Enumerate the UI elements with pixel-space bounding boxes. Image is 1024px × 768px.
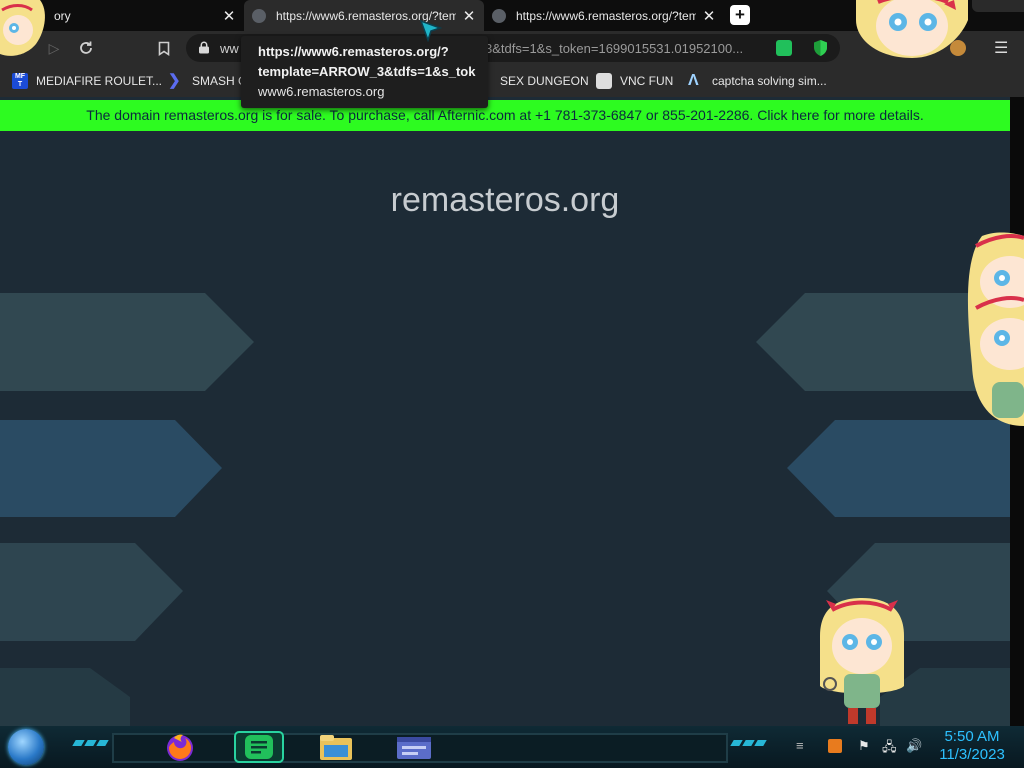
tab-remasteros[interactable]: https://www6.remasteros.org/?tem ✕ — [484, 0, 724, 31]
left-arrow-4 — [0, 668, 130, 726]
url-tooltip: https://www6.remasteros.org/? template=A… — [241, 36, 488, 108]
bookmark-vnc-fun[interactable]: VNC FUN — [596, 71, 673, 91]
clock-time: 5:50 AM — [944, 728, 1000, 745]
menu-icon[interactable]: ☰ — [994, 38, 1008, 58]
tooltip-domain: www6.remasteros.org — [258, 84, 385, 99]
close-tab-icon[interactable]: ✕ — [702, 7, 716, 25]
cursor-icon — [419, 19, 443, 43]
file-explorer-icon[interactable] — [316, 730, 356, 764]
bookmark-label: SEX DUNGEON — [500, 74, 589, 88]
bookmark-label: SMASH G — [192, 74, 248, 88]
tab-remasteros-active[interactable]: https://www6.remasteros.org/?tem ✕ — [244, 0, 484, 31]
action-center-flag-icon[interactable]: ⚑ — [858, 738, 870, 754]
character-sticker — [967, 232, 1024, 426]
notes-app-icon[interactable] — [234, 730, 284, 764]
url-text-tail: 3&tdfs=1&s_token=1699015531.01952100... — [485, 41, 744, 56]
character-sticker — [0, 0, 45, 56]
captcha-icon: Λ — [688, 72, 699, 89]
globe-icon — [252, 8, 266, 23]
start-orb-icon[interactable] — [8, 729, 44, 765]
left-arrow-2 — [0, 420, 222, 517]
taskbar-decoration — [730, 740, 767, 746]
network-icon[interactable]: 🖧 — [882, 738, 897, 760]
bookmark-label: VNC FUN — [620, 74, 674, 88]
lock-icon — [199, 41, 209, 54]
tray-stack-icon[interactable]: ≡ — [796, 738, 804, 753]
left-arrow-1 — [0, 293, 254, 391]
bookmark-sex-dungeon[interactable]: SEX DUNGEON — [500, 71, 589, 91]
bookmark-mediafire[interactable]: MF T MEDIAFIRE ROULET... — [12, 71, 162, 91]
clock-date: 11/3/2023 — [939, 746, 1005, 763]
smash-icon: ❯ — [168, 72, 181, 89]
tooltip-line: template=ARROW_3&tdfs=1&s_tok — [258, 64, 476, 79]
shield-extension-icon[interactable] — [812, 39, 829, 57]
taskbar: ≡ ⚑ 🖧 🔊 5:50 AM 11/3/2023 — [0, 726, 1024, 768]
tab-title: https://www6.remasteros.org/?tem — [516, 8, 696, 23]
firefox-icon[interactable] — [160, 730, 200, 764]
volume-icon[interactable]: 🔊 — [906, 738, 922, 754]
left-arrow-3 — [0, 543, 183, 641]
reload-icon[interactable] — [76, 38, 96, 58]
new-tab-plus-icon[interactable]: + — [730, 5, 750, 25]
globe-icon — [492, 8, 506, 23]
bookmark-label: MEDIAFIRE ROULET... — [36, 74, 163, 88]
bookmark-smash[interactable]: ❯ SMASH G — [168, 71, 247, 91]
system-clock[interactable]: 5:50 AM 11/3/2023 — [930, 728, 1014, 764]
bookmark-icon[interactable] — [154, 38, 174, 58]
window-app-icon[interactable] — [394, 730, 434, 764]
tooltip-line: https://www6.remasteros.org/? — [258, 44, 449, 59]
character-sticker — [856, 0, 968, 58]
mediafire-icon: MF T — [12, 73, 28, 89]
tray-app-icon[interactable] — [828, 739, 842, 753]
bookmarks-bar: MF T MEDIAFIRE ROULET... ❯ SMASH G SEX DU… — [0, 65, 1024, 97]
bookmark-label: captcha solving sim... — [712, 74, 827, 88]
vnc-icon — [596, 73, 612, 89]
notes-extension-icon[interactable] — [776, 40, 792, 56]
close-tab-icon[interactable]: ✕ — [462, 7, 476, 25]
close-tab-icon[interactable]: ✕ — [222, 7, 236, 25]
bookmark-captcha[interactable]: Λ captcha solving sim... — [688, 71, 827, 91]
screen: ory ✕ https://www6.remasteros.org/?tem ✕… — [0, 0, 1024, 768]
character-sticker — [820, 598, 904, 724]
window-controls — [972, 0, 1024, 12]
url-text: ww — [220, 41, 239, 56]
taskbar-decoration — [72, 740, 109, 746]
right-arrow-2 — [787, 420, 1010, 517]
